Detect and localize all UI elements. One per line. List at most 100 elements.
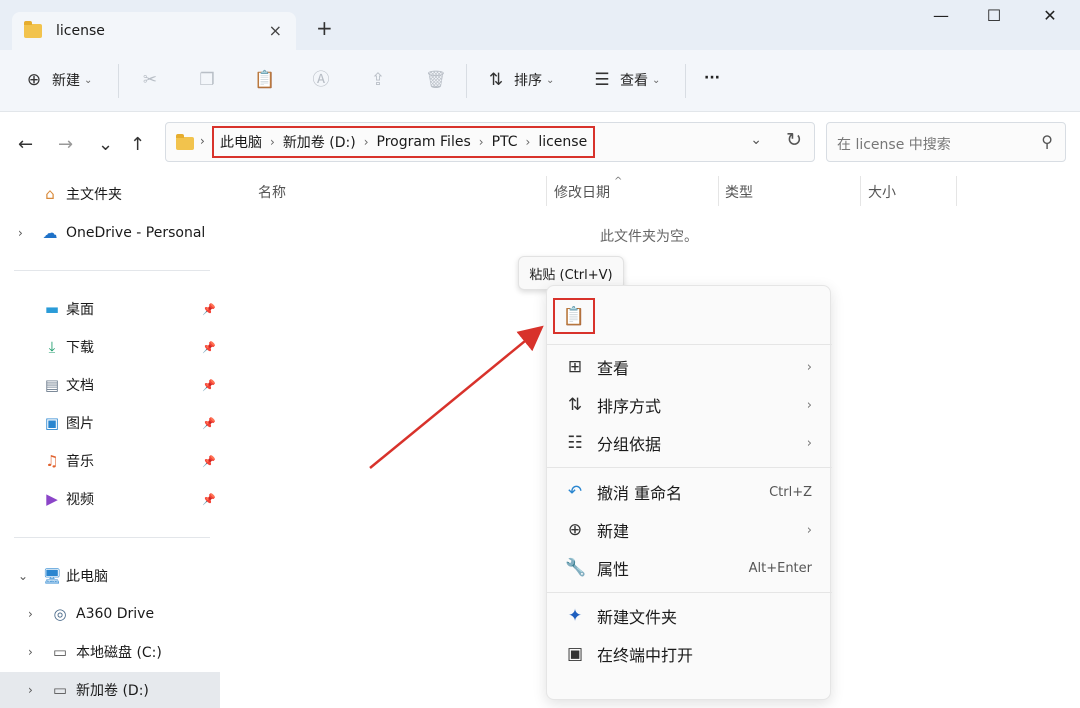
new-tab-button[interactable]: + <box>316 16 333 40</box>
tab-close-icon[interactable]: × <box>269 21 282 40</box>
pin-icon[interactable]: 📌 <box>202 417 216 430</box>
breadcrumb-item[interactable]: PTC <box>492 134 518 150</box>
video-icon: ▶ <box>46 490 58 508</box>
column-header-name[interactable]: 名称 <box>258 182 286 202</box>
sidebar-item-label: 视频 <box>66 492 94 508</box>
drive-icon: ▭ <box>52 643 68 661</box>
terminal-icon: ▣ <box>566 644 584 664</box>
desktop-icon: ▬ <box>44 300 60 318</box>
forward-button[interactable]: → <box>58 134 73 155</box>
context-menu: 📋 ⊞ 查看 › ⇅ 排序方式 › ☷ 分组依据 › ↶ 撤消 重命名 Ctrl… <box>546 285 832 700</box>
copy-icon: ❐ <box>199 70 215 90</box>
pin-icon[interactable]: 📌 <box>202 455 216 468</box>
new-button[interactable]: ⊕ 新建 ⌄ <box>24 70 93 90</box>
breadcrumb-item[interactable]: 新加卷 (D:) <box>283 132 356 152</box>
search-input[interactable]: 在 license 中搜索 ⚲ <box>826 122 1066 162</box>
chevron-right-icon[interactable]: › <box>479 135 484 149</box>
address-bar[interactable]: › 此电脑 › 新加卷 (D:) › Program Files › PTC ›… <box>165 122 815 162</box>
up-button[interactable]: ↑ <box>130 134 145 155</box>
column-header-type[interactable]: 类型 <box>725 182 753 202</box>
menu-item-open-terminal[interactable]: ▣ 在终端中打开 <box>547 635 832 673</box>
address-dropdown-icon[interactable]: ⌄ <box>750 132 762 148</box>
view-button[interactable]: ☰ 查看 ⌄ <box>592 70 660 90</box>
chevron-down-icon[interactable]: ⌄ <box>18 569 28 583</box>
sidebar-item-onedrive[interactable]: › ☁ OneDrive - Personal <box>0 215 220 251</box>
sort-label: 排序 <box>514 73 542 89</box>
menu-item-new[interactable]: ⊕ 新建 › <box>547 511 832 549</box>
column-divider[interactable] <box>546 176 547 206</box>
chevron-right-icon[interactable]: › <box>270 135 275 149</box>
shortcut-label: Ctrl+Z <box>769 484 812 500</box>
breadcrumb-item[interactable]: license <box>538 134 587 150</box>
pictures-icon: ▣ <box>44 414 60 432</box>
menu-item-sort[interactable]: ⇅ 排序方式 › <box>547 386 832 424</box>
back-button[interactable]: ← <box>18 134 33 155</box>
sidebar-item-this-pc[interactable]: ⌄ 🖥 此电脑 <box>0 558 220 594</box>
sidebar-item-a360[interactable]: › ◎ A360 Drive <box>0 596 220 632</box>
refresh-icon[interactable]: ↻ <box>786 129 802 151</box>
menu-item-new-folder[interactable]: ✦ 新建文件夹 <box>547 597 832 635</box>
chevron-right-icon[interactable]: › <box>18 226 23 240</box>
maximize-button[interactable]: ☐ <box>979 6 1009 25</box>
sort-button[interactable]: ⇅ 排序 ⌄ <box>486 70 555 90</box>
sort-icon: ⇅ <box>488 70 504 90</box>
column-divider[interactable] <box>956 176 957 206</box>
pin-icon[interactable]: 📌 <box>202 493 216 506</box>
sidebar-item-videos[interactable]: ▶ 视频 📌 <box>0 481 220 517</box>
column-divider[interactable] <box>718 176 719 206</box>
tab-title: license <box>56 23 105 39</box>
sidebar-item-music[interactable]: ♫ 音乐 📌 <box>0 443 220 479</box>
chevron-right-icon: › <box>200 134 205 148</box>
menu-item-group[interactable]: ☷ 分组依据 › <box>547 424 832 462</box>
chevron-right-icon[interactable]: › <box>28 683 33 697</box>
sidebar-item-pictures[interactable]: ▣ 图片 📌 <box>0 405 220 441</box>
breadcrumb-item[interactable]: 此电脑 <box>220 132 262 152</box>
paste-button[interactable]: 📋 <box>553 298 595 334</box>
menu-item-label: 属性 <box>597 560 630 579</box>
paste-toolbar-button[interactable]: 📋 <box>254 70 282 90</box>
menu-item-view[interactable]: ⊞ 查看 › <box>547 348 832 386</box>
sidebar-item-label: 此电脑 <box>66 569 108 585</box>
sidebar-item-home[interactable]: ⌂ 主文件夹 <box>0 176 220 212</box>
close-window-button[interactable]: ✕ <box>1035 6 1065 25</box>
share-button[interactable]: ⇪ <box>368 70 396 90</box>
sidebar-item-downloads[interactable]: ⤓ 下载 📌 <box>0 329 220 365</box>
scissors-icon: ✂ <box>142 70 158 90</box>
column-divider[interactable] <box>860 176 861 206</box>
menu-item-properties[interactable]: 🔧 属性 Alt+Enter <box>547 549 832 587</box>
more-button[interactable]: ··· <box>704 70 720 86</box>
tab-license[interactable]: license × <box>12 12 296 50</box>
sidebar-item-drive-c[interactable]: › ▭ 本地磁盘 (C:) <box>0 634 220 670</box>
wrench-icon: 🔧 <box>565 558 587 578</box>
grid-icon: ⊞ <box>567 357 583 377</box>
drive-icon: ▭ <box>52 681 68 699</box>
clipboard-icon: 📋 <box>254 70 276 90</box>
sidebar-item-drive-d[interactable]: › ▭ 新加卷 (D:) <box>0 672 220 708</box>
pin-icon[interactable]: 📌 <box>202 303 216 316</box>
breadcrumb-item[interactable]: Program Files <box>377 134 471 150</box>
column-header-size[interactable]: 大小 <box>868 182 896 202</box>
sidebar-item-label: 本地磁盘 (C:) <box>76 645 162 661</box>
sidebar-item-desktop[interactable]: ▬ 桌面 📌 <box>0 291 220 327</box>
chevron-right-icon[interactable]: › <box>28 607 33 621</box>
pin-icon[interactable]: 📌 <box>202 379 216 392</box>
menu-item-undo[interactable]: ↶ 撤消 重命名 Ctrl+Z <box>547 473 832 511</box>
chevron-right-icon[interactable]: › <box>526 135 531 149</box>
chevron-right-icon[interactable]: › <box>28 645 33 659</box>
divider <box>547 467 832 468</box>
recent-locations-button[interactable]: ⌄ <box>98 134 113 155</box>
cut-button[interactable]: ✂ <box>140 70 168 90</box>
copy-button[interactable]: ❐ <box>197 70 225 90</box>
minimize-button[interactable]: — <box>926 6 956 25</box>
address-row: ← → ⌄ ↑ › 此电脑 › 新加卷 (D:) › Program Files… <box>0 112 1080 176</box>
delete-button[interactable]: 🗑 <box>425 70 453 90</box>
sidebar-item-label: 音乐 <box>66 454 94 470</box>
chevron-right-icon[interactable]: › <box>364 135 369 149</box>
rename-button[interactable]: Ⓐ <box>311 70 339 90</box>
pin-icon[interactable]: 📌 <box>202 341 216 354</box>
menu-item-label: 新建 <box>597 522 630 541</box>
column-header-modified[interactable]: 修改日期 <box>554 182 610 202</box>
chevron-right-icon: › <box>806 359 812 375</box>
folder-icon <box>176 134 194 150</box>
sidebar-item-documents[interactable]: ▤ 文档 📌 <box>0 367 220 403</box>
